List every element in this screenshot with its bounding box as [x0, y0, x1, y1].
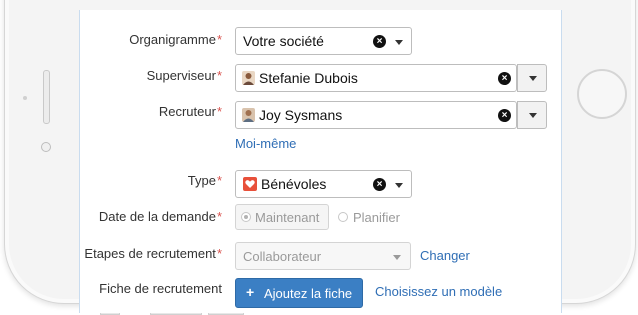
recruteur-label: Recruteur* — [158, 104, 222, 119]
radio-maintenant[interactable] — [241, 212, 251, 222]
avatar — [242, 108, 255, 122]
date-demande-option-label: Planifier — [353, 210, 400, 225]
clear-icon[interactable]: × — [373, 178, 386, 191]
etapes-label: Etapes de recrutement* — [84, 246, 222, 261]
plus-icon: + — [246, 284, 255, 300]
date-demande-option-maintenant[interactable]: Maintenant — [235, 204, 329, 230]
chevron-down-icon — [393, 255, 401, 260]
radio-planifier[interactable] — [338, 212, 348, 222]
choose-model-link[interactable]: Choisissez un modèle — [375, 284, 502, 299]
superviseur-label: Superviseur* — [146, 68, 222, 83]
superviseur-select[interactable]: Stefanie Dubois × — [235, 64, 517, 92]
chevron-down-icon — [529, 113, 537, 118]
clear-icon[interactable]: × — [498, 109, 511, 122]
clear-icon[interactable]: × — [498, 72, 511, 85]
date-demande-option-label: Maintenant — [255, 210, 320, 225]
chevron-down-icon[interactable] — [395, 183, 403, 188]
add-fiche-button[interactable]: + Ajoutez la fiche — [235, 278, 363, 308]
date-demande-label: Date de la demande* — [98, 209, 222, 224]
date-demande-option-planifier[interactable]: Planifier — [338, 204, 410, 230]
phone-home-button — [577, 69, 627, 119]
clear-icon[interactable]: × — [373, 35, 386, 48]
chevron-down-icon — [529, 76, 537, 81]
recruteur-value: Joy Sysmans — [259, 107, 343, 123]
organigramme-label: Organigramme* — [129, 32, 222, 47]
type-label: Type* — [187, 173, 222, 188]
type-select[interactable]: Bénévoles × — [235, 170, 412, 198]
recruteur-dropdown-button[interactable] — [517, 101, 547, 129]
phone-speaker — [43, 70, 50, 124]
phone-camera — [41, 142, 51, 152]
fiche-label: Fiche de recrutement — [99, 281, 222, 296]
heart-icon — [243, 177, 257, 191]
etapes-value: Collaborateur — [243, 249, 322, 264]
changer-link[interactable]: Changer — [420, 248, 470, 263]
superviseur-dropdown-button[interactable] — [517, 64, 547, 92]
form-screen: Organigramme* Votre société × Superviseu… — [79, 10, 562, 313]
etapes-select[interactable]: Collaborateur — [235, 242, 411, 270]
phone-sensor — [23, 96, 27, 100]
add-fiche-button-label: Ajoutez la fiche — [264, 286, 353, 301]
recruteur-select[interactable]: Joy Sysmans × — [235, 101, 517, 129]
superviseur-value: Stefanie Dubois — [259, 70, 358, 86]
chevron-down-icon[interactable] — [395, 40, 403, 45]
type-value: Bénévoles — [261, 176, 327, 192]
moi-meme-link[interactable]: Moi-même — [235, 136, 296, 151]
organigramme-value: Votre société — [243, 33, 324, 49]
organigramme-select[interactable]: Votre société × — [235, 27, 412, 55]
avatar — [242, 71, 255, 85]
